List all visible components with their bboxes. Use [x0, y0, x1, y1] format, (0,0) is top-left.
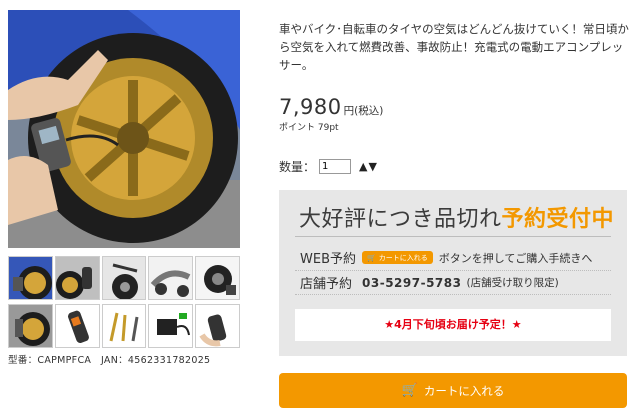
- thumbnail-4[interactable]: [148, 256, 194, 300]
- price: 7,980 円(税込): [279, 95, 383, 119]
- store-reservation-line: 店舗予約 03-5297-5783 (店舗受け取り限定): [300, 273, 559, 293]
- cart-icon: 🛒: [401, 383, 418, 398]
- store-note: (店舗受け取り限定): [466, 277, 559, 289]
- reservation-title-highlight: 予約受付中: [501, 207, 615, 232]
- thumbnail-9[interactable]: [148, 304, 194, 348]
- price-value: 7,980: [279, 95, 342, 119]
- thumbnail-10[interactable]: [195, 304, 240, 348]
- divider: [295, 294, 611, 295]
- thumbnail-5[interactable]: [195, 256, 240, 300]
- product-description: 車やバイク･自転車のタイヤの空気はどんどん抜けていく！常日頃から空気を入れて燃費…: [279, 22, 629, 72]
- quantity-label: 数量：: [279, 160, 316, 174]
- model-jan-code: 型番：CAPMPFCA JAN：4562331782025: [8, 355, 211, 366]
- thumbnail-1[interactable]: [8, 256, 53, 300]
- divider: [295, 236, 611, 237]
- store-reservation-label: 店舗予約: [300, 277, 353, 292]
- thumbnail-3[interactable]: [101, 256, 147, 300]
- web-reservation-text: ボタンを押してご購入手続きへ: [438, 251, 593, 265]
- mini-cart-label: カートに入れる: [378, 253, 428, 262]
- add-to-cart-label: カートに入れる: [423, 383, 505, 398]
- thumbnail-7[interactable]: [54, 304, 100, 348]
- points: ポイント 79pt: [279, 123, 339, 133]
- cart-icon: 🛒: [367, 253, 376, 262]
- thumbnail-8[interactable]: [101, 304, 147, 348]
- price-unit: 円(税込): [343, 105, 384, 117]
- reservation-title-prefix: 大好評につき品切れ: [299, 207, 502, 232]
- main-product-image: [8, 10, 240, 248]
- quantity-control: 数量： ▲▼: [279, 158, 378, 175]
- reservation-panel: 大好評につき品切れ予約受付中 WEB予約 🛒 カートに入れる ボタンを押してご購入…: [279, 190, 627, 356]
- delivery-notice: ★4月下旬頃お届け予定！★: [295, 309, 611, 341]
- reservation-title: 大好評につき品切れ予約受付中: [299, 201, 614, 233]
- divider: [295, 270, 611, 271]
- quantity-input[interactable]: [319, 159, 352, 174]
- web-reservation-label: WEB予約: [300, 252, 356, 267]
- thumbnail-2[interactable]: [54, 256, 100, 300]
- add-to-cart-button[interactable]: 🛒 カートに入れる: [279, 373, 627, 408]
- web-reservation-line: WEB予約 🛒 カートに入れる ボタンを押してご購入手続きへ: [300, 248, 592, 267]
- mini-cart-button: 🛒 カートに入れる: [362, 251, 433, 264]
- thumbnail-gallery: [8, 256, 240, 352]
- store-phone: 03-5297-5783: [362, 275, 462, 290]
- quantity-stepper[interactable]: ▲▼: [359, 160, 378, 173]
- thumbnail-6[interactable]: [8, 304, 53, 348]
